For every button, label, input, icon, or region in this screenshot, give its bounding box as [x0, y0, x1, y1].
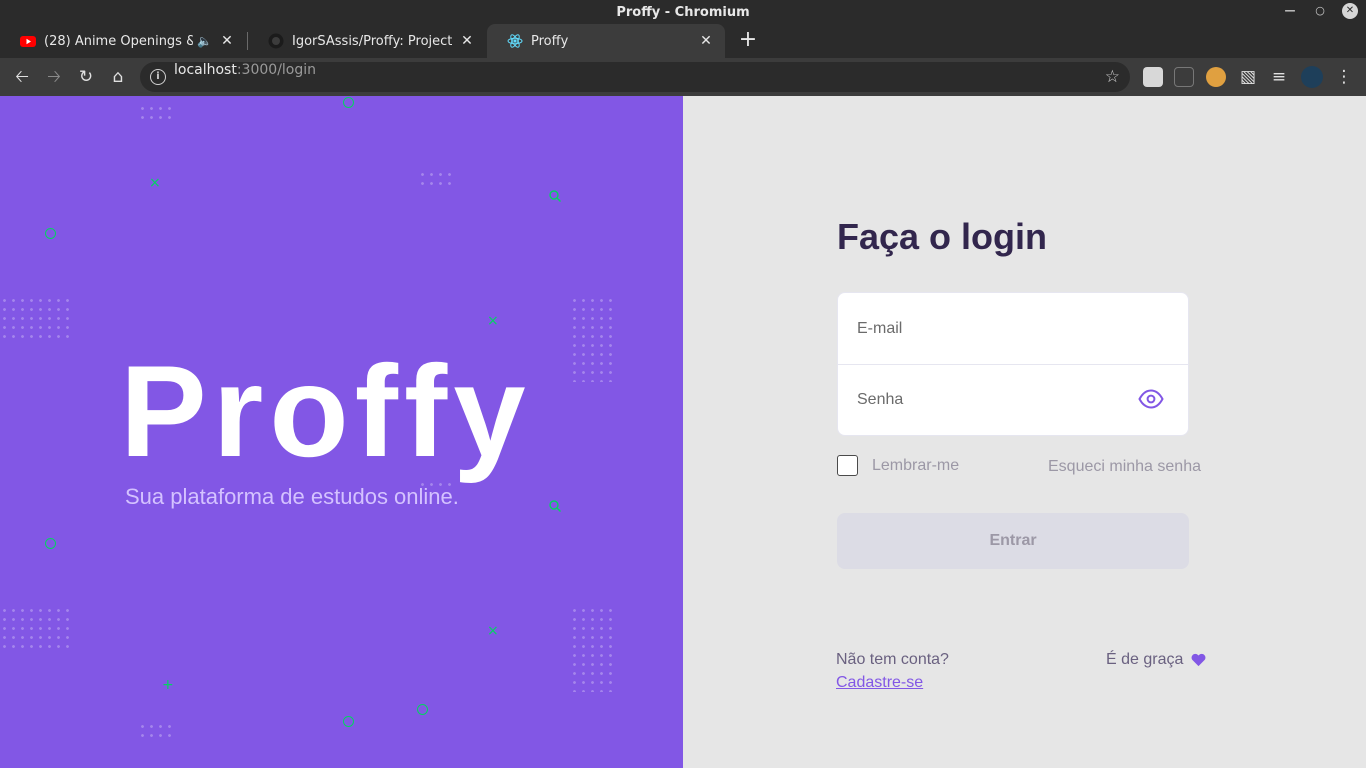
window-title: Proffy - Chromium: [616, 5, 750, 20]
dot-grid: [0, 296, 72, 344]
password-field[interactable]: [838, 365, 1188, 435]
login-panel: Faça o login Lembrar-me Esqueci minha se…: [683, 96, 1366, 768]
email-field[interactable]: [838, 293, 1188, 364]
window-titlebar: Proffy - Chromium — ○ ✕: [0, 0, 1366, 24]
browser-toolbar: 🡠 🡢 ↻ ⌂ i localhost:3000/login ☆ ▧ ≡ ⋮: [0, 58, 1366, 96]
forward-icon[interactable]: 🡢: [42, 65, 66, 89]
dot-grid: [0, 606, 72, 654]
remember-me[interactable]: Lembrar-me: [837, 455, 959, 476]
close-tab-icon[interactable]: ✕: [218, 32, 236, 50]
extension-json-icon[interactable]: [1174, 67, 1194, 87]
reload-icon[interactable]: ↻: [74, 65, 98, 89]
new-tab-icon[interactable]: +: [736, 29, 760, 53]
dot-grid: [570, 296, 618, 382]
x-decor-icon: ×: [487, 623, 499, 639]
home-icon[interactable]: ⌂: [106, 65, 130, 89]
dot-grid: [138, 722, 174, 742]
bookmark-star-icon[interactable]: ☆: [1105, 65, 1120, 89]
media-queue-icon[interactable]: ≡: [1267, 65, 1291, 89]
address-bar[interactable]: i localhost:3000/login ☆: [140, 62, 1130, 92]
search-decor-icon: [549, 500, 561, 512]
hero-tagline: Sua plataforma de estudos online.: [125, 484, 459, 509]
tab-github[interactable]: IgorSAssis/Proffy: Project ma ✕: [248, 24, 486, 58]
proffy-logo: Proffy: [120, 338, 532, 484]
circle-decor-icon: [417, 704, 428, 715]
react-icon: [507, 34, 523, 48]
extension-screenshot-icon[interactable]: [1143, 67, 1163, 87]
address-url[interactable]: localhost:3000/login: [174, 62, 316, 78]
speaker-icon[interactable]: 🔈: [197, 34, 212, 48]
window-controls: — ○ ✕: [1282, 3, 1358, 19]
close-tab-icon[interactable]: ✕: [458, 32, 476, 50]
extension-owl-icon[interactable]: [1206, 67, 1226, 87]
tab-proffy[interactable]: Proffy ✕: [487, 24, 725, 58]
circle-decor-icon: [45, 538, 56, 549]
password-field-wrapper: [838, 364, 1188, 435]
remember-label: Lembrar-me: [872, 456, 960, 474]
heart-icon: [1191, 653, 1206, 667]
close-window-icon[interactable]: ✕: [1342, 3, 1358, 19]
eye-icon[interactable]: [1138, 389, 1164, 409]
free-text: É de graça: [1106, 651, 1184, 668]
restore-icon[interactable]: ○: [1312, 3, 1328, 19]
tab-label: IgorSAssis/Proffy: Project ma: [292, 33, 452, 49]
dot-grid: [418, 170, 454, 190]
circle-decor-icon: [343, 97, 354, 108]
free-notice: É de graça: [1106, 651, 1206, 669]
login-title: Faça o login: [837, 216, 1048, 257]
menu-icon[interactable]: ⋮: [1332, 65, 1356, 89]
page: × × + × + Proffy Sua plataforma de estud…: [0, 96, 1366, 768]
remember-checkbox[interactable]: [837, 455, 858, 476]
youtube-icon: [20, 36, 36, 47]
signup-link[interactable]: Cadastre-se: [836, 674, 923, 692]
site-info-icon[interactable]: i: [150, 69, 166, 85]
tab-label: (28) Anime Openings & En: [44, 33, 193, 49]
tab-youtube[interactable]: (28) Anime Openings & En 🔈 ✕: [0, 24, 246, 58]
x-decor-icon: ×: [487, 313, 499, 329]
github-icon: [268, 33, 284, 49]
back-icon[interactable]: 🡠: [10, 65, 34, 89]
circle-decor-icon: [45, 228, 56, 239]
forgot-password-link[interactable]: Esqueci minha senha: [1048, 458, 1201, 476]
email-field-wrapper: [838, 293, 1188, 364]
extensions-puzzle-icon[interactable]: ▧: [1236, 65, 1260, 89]
plus-decor-icon: +: [162, 677, 174, 693]
submit-button[interactable]: Entrar: [837, 513, 1189, 569]
dot-grid: [570, 606, 618, 692]
minimize-icon[interactable]: —: [1282, 3, 1298, 19]
circle-decor-icon: [343, 716, 354, 727]
x-decor-icon: ×: [149, 175, 161, 191]
tab-strip: (28) Anime Openings & En 🔈 ✕ IgorSAssis/…: [0, 24, 1366, 58]
tab-label: Proffy: [531, 33, 569, 49]
search-decor-icon: [549, 190, 561, 202]
login-fields: [837, 292, 1189, 436]
no-account-text: Não tem conta?: [836, 651, 949, 668]
profile-avatar[interactable]: [1301, 66, 1323, 88]
dot-grid: [138, 104, 174, 124]
hero-panel: × × + × + Proffy Sua plataforma de estud…: [0, 96, 683, 768]
close-tab-icon[interactable]: ✕: [697, 32, 715, 50]
